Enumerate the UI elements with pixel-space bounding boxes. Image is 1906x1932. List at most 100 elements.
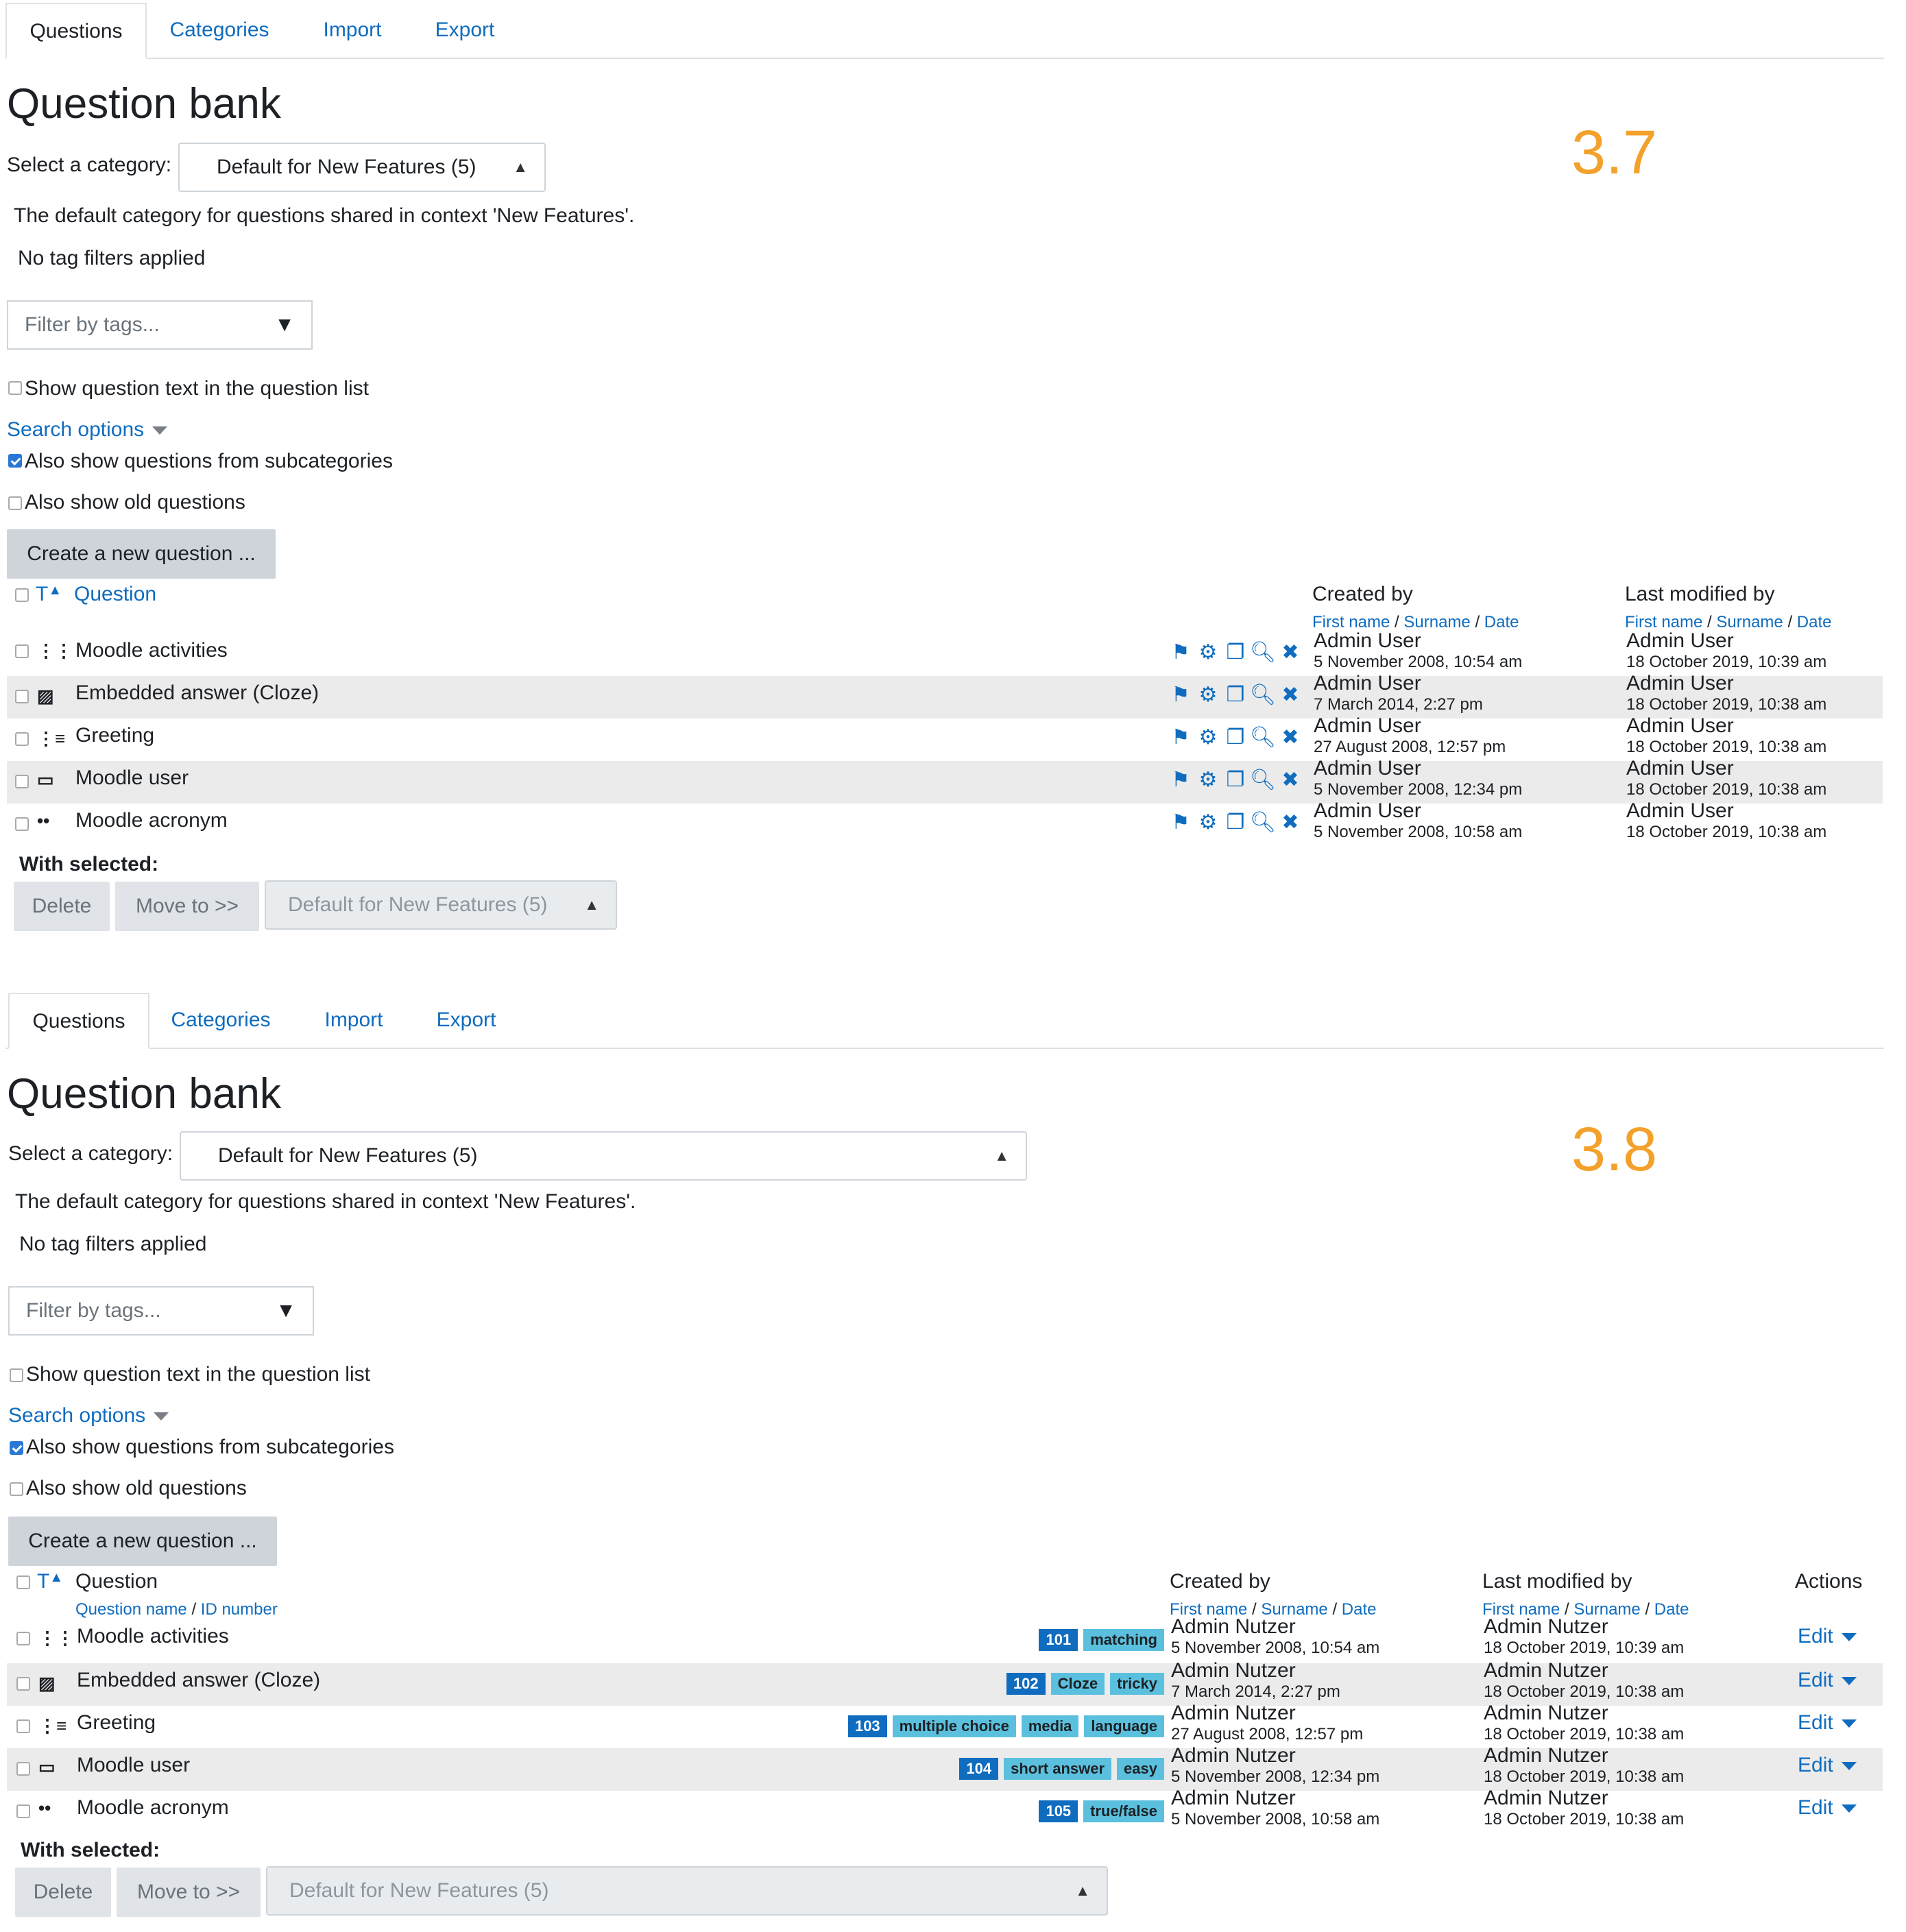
gear-icon[interactable]: ⚙ [1194, 640, 1222, 664]
trash-icon[interactable]: ✖ [1277, 768, 1304, 792]
sort-created-date[interactable]: Date [1342, 1600, 1377, 1619]
trash-icon[interactable]: ✖ [1277, 683, 1304, 707]
delete-button[interactable]: Delete [14, 882, 110, 931]
question-checkbox[interactable] [16, 1719, 30, 1733]
sort-question-name[interactable]: Question name [75, 1600, 187, 1619]
duplicate-icon[interactable]: ❐ [1222, 683, 1249, 707]
move-target-select[interactable]: Default for New Features (5) ▲︎ [266, 1866, 1108, 1916]
select-arrows-icon: ▲︎ [513, 158, 528, 176]
show-text-checkbox[interactable] [8, 381, 22, 395]
select-all-checkbox[interactable] [16, 1575, 30, 1589]
move-to-button[interactable]: Move to >> [115, 882, 259, 931]
tag-filter-status: No tag filters applied [19, 1233, 207, 1255]
create-question-button[interactable]: Create a new question ... [7, 529, 276, 579]
edit-menu[interactable]: Edit [1798, 1796, 1857, 1820]
sort-id-number[interactable]: ID number [201, 1600, 278, 1619]
subcategories-label: Also show questions from subcategories [25, 450, 393, 472]
trash-icon[interactable]: ✖ [1277, 640, 1304, 664]
search-options-toggle[interactable]: Search options [8, 1404, 169, 1427]
modified-date: 18 October 2019, 10:38 am [1484, 1725, 1685, 1743]
preview-icon[interactable]: 🔍︎ [1249, 640, 1277, 664]
sort-modified-first-name[interactable]: First name [1625, 613, 1702, 631]
subcategories-checkbox[interactable] [8, 454, 22, 468]
table-row: ⋮≡ Greeting 103 multiple choice media langu… [7, 1702, 1883, 1748]
tab-categories[interactable]: Categories [158, 3, 281, 58]
tab-categories[interactable]: Categories [159, 993, 282, 1048]
tag-icon[interactable]: ⚑ [1167, 725, 1194, 749]
category-select[interactable]: Default for New Features (5) ▲︎ [180, 1131, 1027, 1181]
tag-badge[interactable]: language [1084, 1715, 1164, 1737]
move-to-button[interactable]: Move to >> [117, 1868, 261, 1917]
tag-icon[interactable]: ⚑ [1167, 810, 1194, 834]
question-checkbox[interactable] [16, 1632, 30, 1645]
question-checkbox[interactable] [16, 1677, 30, 1691]
question-checkbox[interactable] [15, 817, 29, 831]
tag-badge[interactable]: easy [1117, 1758, 1164, 1780]
gear-icon[interactable]: ⚙ [1194, 768, 1222, 792]
duplicate-icon[interactable]: ❐ [1222, 640, 1249, 664]
tag-badge[interactable]: multiple choice [892, 1715, 1016, 1737]
preview-icon[interactable]: 🔍︎ [1249, 725, 1277, 749]
old-questions-checkbox[interactable] [8, 496, 22, 510]
tag-filter-input[interactable]: Filter by tags... ▼ [7, 300, 313, 350]
trash-icon[interactable]: ✖ [1277, 810, 1304, 834]
question-checkbox[interactable] [15, 732, 29, 746]
sort-created-date[interactable]: Date [1484, 613, 1519, 631]
sort-modified-surname[interactable]: Surname [1716, 613, 1783, 631]
tag-badge[interactable]: short answer [1004, 1758, 1112, 1780]
tab-import[interactable]: Import [306, 993, 402, 1048]
question-checkbox[interactable] [15, 775, 29, 788]
sort-modified-date[interactable]: Date [1654, 1600, 1689, 1619]
sort-by-type[interactable]: T▲ [37, 1570, 63, 1593]
gear-icon[interactable]: ⚙ [1194, 810, 1222, 834]
tag-icon[interactable]: ⚑ [1167, 768, 1194, 792]
select-all-checkbox[interactable] [15, 588, 29, 602]
sort-created-surname[interactable]: Surname [1403, 613, 1470, 631]
tab-export[interactable]: Export [418, 993, 514, 1048]
edit-menu[interactable]: Edit [1798, 1711, 1857, 1735]
sort-by-question[interactable]: Question [74, 583, 156, 606]
duplicate-icon[interactable]: ❐ [1222, 725, 1249, 749]
subcategories-checkbox[interactable] [10, 1441, 23, 1455]
edit-menu[interactable]: Edit [1798, 1625, 1857, 1648]
sort-created-first-name[interactable]: First name [1312, 613, 1390, 631]
create-question-button[interactable]: Create a new question ... [8, 1517, 277, 1566]
show-text-checkbox[interactable] [10, 1368, 23, 1382]
tag-icon[interactable]: ⚑ [1167, 640, 1194, 664]
preview-icon[interactable]: 🔍︎ [1249, 810, 1277, 834]
tag-filter-input[interactable]: Filter by tags... ▼ [8, 1286, 314, 1336]
question-checkbox[interactable] [15, 644, 29, 658]
preview-icon[interactable]: 🔍︎ [1249, 683, 1277, 707]
tab-questions[interactable]: Questions [8, 993, 149, 1049]
sort-by-type[interactable]: T▲ [36, 583, 62, 606]
sort-modified-date[interactable]: Date [1797, 613, 1832, 631]
question-checkbox[interactable] [16, 1804, 30, 1818]
trash-icon[interactable]: ✖ [1277, 725, 1304, 749]
preview-icon[interactable]: 🔍︎ [1249, 768, 1277, 792]
duplicate-icon[interactable]: ❐ [1222, 810, 1249, 834]
old-questions-checkbox[interactable] [10, 1482, 23, 1496]
edit-menu[interactable]: Edit [1798, 1669, 1857, 1692]
select-category-label: Select a category: [8, 1142, 173, 1165]
question-checkbox[interactable] [16, 1762, 30, 1776]
tag-badge[interactable]: Cloze [1050, 1673, 1105, 1695]
multichoice-icon: ⋮≡ [38, 1715, 67, 1736]
delete-button[interactable]: Delete [15, 1868, 111, 1917]
gear-icon[interactable]: ⚙ [1194, 683, 1222, 707]
question-checkbox[interactable] [15, 690, 29, 703]
gear-icon[interactable]: ⚙ [1194, 725, 1222, 749]
category-select[interactable]: Default for New Features (5) ▲︎ [178, 143, 546, 192]
tag-icon[interactable]: ⚑ [1167, 683, 1194, 707]
edit-menu[interactable]: Edit [1798, 1754, 1857, 1777]
separator: / [1645, 1600, 1650, 1619]
duplicate-icon[interactable]: ❐ [1222, 768, 1249, 792]
tab-questions[interactable]: Questions [5, 3, 147, 59]
tag-badge[interactable]: tricky [1110, 1673, 1164, 1695]
tag-badge[interactable]: true/false [1083, 1800, 1164, 1822]
move-target-select[interactable]: Default for New Features (5) ▲︎ [265, 880, 617, 930]
tag-badge[interactable]: matching [1083, 1629, 1164, 1651]
tab-export[interactable]: Export [417, 3, 513, 58]
tab-import[interactable]: Import [304, 3, 400, 58]
search-options-toggle[interactable]: Search options [7, 418, 168, 442]
tag-badge[interactable]: media [1021, 1715, 1079, 1737]
